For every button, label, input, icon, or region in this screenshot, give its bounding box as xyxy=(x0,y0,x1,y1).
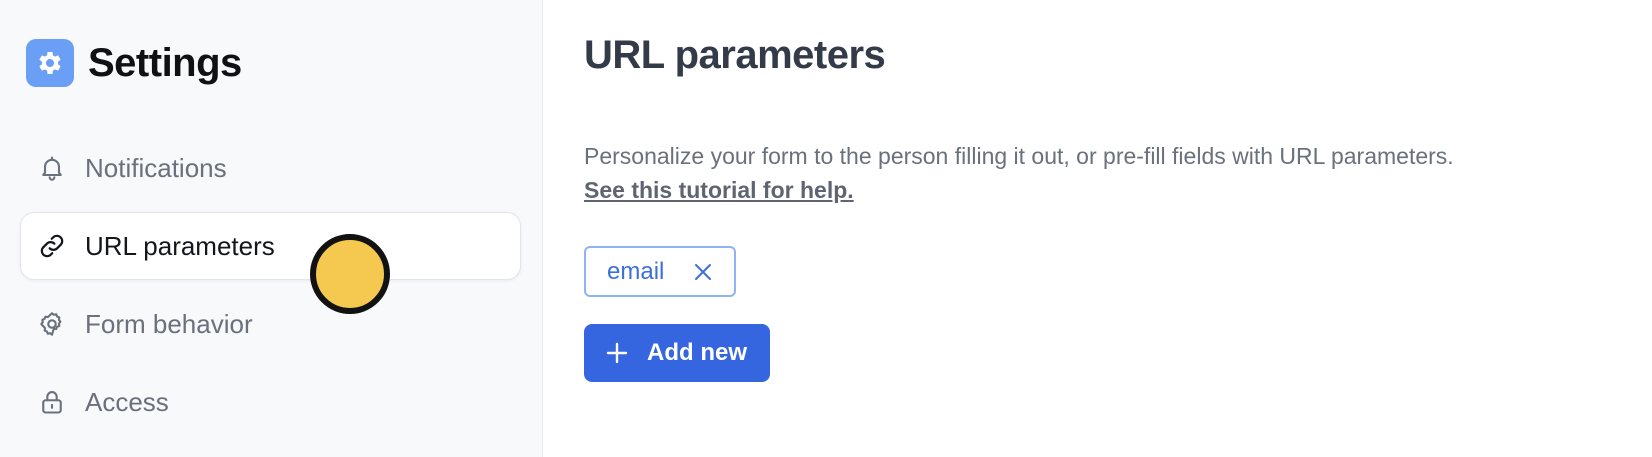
sidebar-title: Settings xyxy=(88,40,242,85)
close-icon[interactable] xyxy=(690,259,716,285)
page-title: URL parameters xyxy=(584,33,886,77)
sidebar-item-url-parameters[interactable]: URL parameters xyxy=(20,212,521,280)
sidebar-item-notifications[interactable]: Notifications xyxy=(20,134,521,202)
gear-icon xyxy=(26,39,74,87)
gear-icon xyxy=(37,309,67,339)
sidebar-item-access[interactable]: Access xyxy=(20,368,521,436)
tutorial-link[interactable]: See this tutorial for help. xyxy=(584,173,854,207)
bell-icon xyxy=(37,153,67,183)
url-parameter-tag: email xyxy=(584,246,737,297)
sidebar-item-label: Form behavior xyxy=(85,308,253,339)
sidebar-item-form-behavior[interactable]: Form behavior xyxy=(20,290,521,358)
settings-sidebar: Settings Notifications URL parameters Fo… xyxy=(0,0,543,457)
sidebar-header: Settings xyxy=(26,39,242,87)
page-description: Personalize your form to the person fill… xyxy=(584,139,1644,207)
app-window: Settings Notifications URL parameters Fo… xyxy=(0,0,1652,457)
sidebar-item-label: URL parameters xyxy=(85,230,275,261)
lock-icon xyxy=(37,387,67,417)
description-text: Personalize your form to the person fill… xyxy=(584,143,1454,169)
add-new-label: Add new xyxy=(647,339,747,366)
cursor-marker xyxy=(310,234,390,314)
sidebar-item-label: Notifications xyxy=(85,152,227,183)
plus-icon xyxy=(605,341,629,365)
add-new-button[interactable]: Add new xyxy=(584,324,770,382)
link-icon xyxy=(37,231,67,261)
settings-nav: Notifications URL parameters Form behavi… xyxy=(20,134,521,446)
sidebar-item-label: Access xyxy=(85,386,169,417)
tag-label: email xyxy=(607,257,665,285)
main-panel: URL parameters Personalize your form to … xyxy=(543,0,1652,457)
